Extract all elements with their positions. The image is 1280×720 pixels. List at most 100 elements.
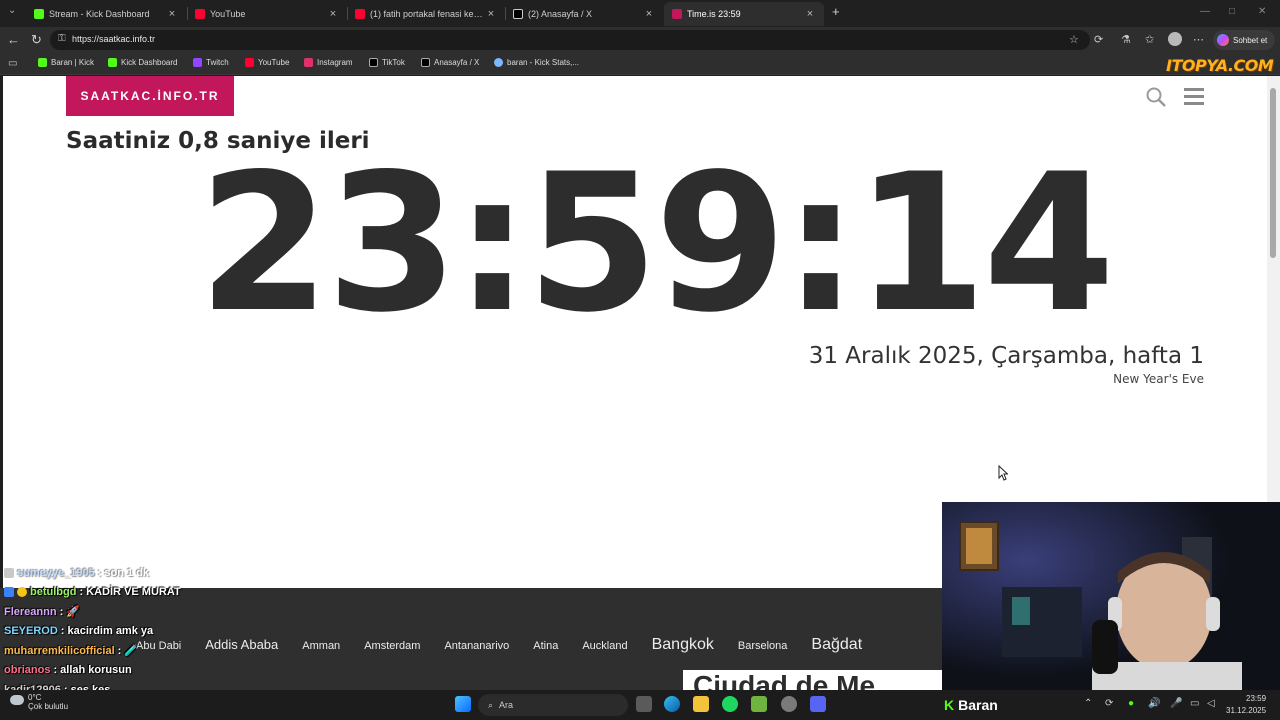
maximize-icon[interactable]: □ <box>1229 6 1235 17</box>
tab-youtube[interactable]: YouTube × <box>187 2 347 26</box>
favorites-collection-icon[interactable]: ✩ <box>1145 33 1154 46</box>
bookmark-label: Instagram <box>317 58 353 67</box>
city-link[interactable]: Auckland <box>582 640 627 652</box>
chat-message: muharremkilicofficial : 🧪 <box>4 641 344 661</box>
bookmark-kick-stats[interactable]: baran - Kick Stats,... <box>494 58 579 67</box>
bookmark-baran-kick[interactable]: Baran | Kick <box>38 58 94 67</box>
bookmark-kick-dashboard[interactable]: Kick Dashboard <box>108 58 177 67</box>
bookmark-youtube[interactable]: YouTube <box>245 58 289 67</box>
close-tab-icon[interactable]: × <box>485 8 497 20</box>
bookmark-instagram[interactable]: Instagram <box>304 58 353 67</box>
browser-app-icon[interactable] <box>781 696 797 712</box>
bookmark-label: Twitch <box>206 58 229 67</box>
bookmark-label: YouTube <box>258 58 290 67</box>
tab-list-chevron-icon[interactable]: ⌄ <box>8 5 16 16</box>
reload-icon[interactable]: ↻ <box>31 32 42 48</box>
chat-username: SEYEROD <box>4 625 58 638</box>
new-tab-plus-icon[interactable]: + <box>832 4 840 19</box>
sidebar-toggle-icon[interactable]: ▭ <box>8 58 17 69</box>
bookmark-label: Baran | Kick <box>51 58 94 67</box>
site-info-icon[interactable]: ⚿ <box>58 33 68 45</box>
bookmark-label: Anasayfa / X <box>434 58 480 67</box>
youtube-icon <box>245 58 254 67</box>
address-bar[interactable]: ⚿ https://saatkac.info.tr <box>50 30 1090 50</box>
extension-icon[interactable]: ⟳ <box>1094 33 1103 46</box>
chat-username: betulbgd <box>30 586 77 599</box>
city-link[interactable]: Barselona <box>738 640 788 652</box>
city-link[interactable]: Atina <box>533 640 558 652</box>
kick-icon: K <box>944 697 955 713</box>
chat-text: : KADİR VE MURAT <box>79 586 181 599</box>
moderator-badge-icon <box>4 587 14 598</box>
browser-essentials-icon[interactable]: ⚗ <box>1121 33 1131 46</box>
youtube-icon <box>195 9 205 19</box>
bookmarks-bar: ▭ Baran | Kick Kick Dashboard Twitch You… <box>0 54 1280 75</box>
close-window-icon[interactable]: ✕ <box>1258 6 1266 17</box>
city-link[interactable]: Amsterdam <box>364 640 420 652</box>
chat-text: : kacirdim amk ya <box>60 625 154 638</box>
spotify-icon[interactable] <box>722 696 738 712</box>
tiktok-icon <box>369 58 378 67</box>
favorite-star-icon[interactable]: ☆ <box>1069 33 1079 46</box>
time-is-icon <box>672 9 682 19</box>
task-view-icon[interactable] <box>636 696 652 712</box>
discord-icon[interactable] <box>810 696 826 712</box>
chat-text: : son 1 dk <box>97 566 150 579</box>
minimize-icon[interactable]: — <box>1200 6 1210 17</box>
site-logo[interactable]: SAATKAC.İNFO.TR <box>66 76 234 116</box>
sync-icon[interactable]: ⟳ <box>1105 698 1113 709</box>
cloud-icon <box>10 695 24 705</box>
close-tab-icon[interactable]: × <box>327 8 339 20</box>
copilot-chat-button[interactable]: Sohbet et <box>1213 30 1275 50</box>
current-date: 31 Aralık 2025, Çarşamba, hafta 1 <box>808 343 1204 369</box>
back-arrow-icon[interactable]: ← <box>7 32 20 47</box>
tab-title: (1) fatih portakal fenasi kerim - Yo <box>370 9 485 19</box>
instagram-icon <box>304 58 313 67</box>
status-dot-icon[interactable]: ● <box>1128 698 1134 709</box>
url-text: https://saatkac.info.tr <box>72 34 156 44</box>
search-icon: ⌕ <box>488 699 494 710</box>
tab-title: Time.is 23:59 <box>687 9 741 19</box>
tab-time-is[interactable]: Time.is 23:59 × <box>664 2 824 26</box>
app-icon[interactable] <box>751 696 767 712</box>
tab-youtube-video[interactable]: (1) fatih portakal fenasi kerim - Yo × <box>347 2 505 26</box>
edge-browser-icon[interactable] <box>664 696 680 712</box>
tab-x-home[interactable]: (2) Anasayfa / X × <box>505 2 663 26</box>
mouse-cursor-icon <box>998 465 1008 481</box>
taskbar-search[interactable]: ⌕ Ara <box>478 694 628 716</box>
x-icon <box>421 58 430 67</box>
bookmark-x[interactable]: Anasayfa / X <box>421 58 479 67</box>
streamer-name-overlay: K Baran <box>944 697 998 713</box>
twitch-icon <box>193 58 202 67</box>
tab-kick-dashboard[interactable]: Stream - Kick Dashboard × <box>26 2 186 26</box>
chat-username: Flereannn <box>4 605 57 618</box>
close-tab-icon[interactable]: × <box>166 8 178 20</box>
city-link[interactable]: Bangkok <box>652 636 714 654</box>
profile-avatar-icon[interactable] <box>1168 32 1182 46</box>
link-icon <box>494 58 503 67</box>
search-icon[interactable] <box>1145 86 1167 108</box>
tab-title: (2) Anasayfa / X <box>528 9 593 19</box>
file-explorer-icon[interactable] <box>693 696 709 712</box>
weather-widget[interactable]: 0°C Çok bulutlu <box>10 693 68 711</box>
windows-start-icon[interactable] <box>455 696 471 712</box>
kick-icon <box>38 58 47 67</box>
scrollbar-thumb[interactable] <box>1270 88 1276 258</box>
network-icon[interactable]: ▭ <box>1190 698 1199 709</box>
chat-username: sumeyye_1905 <box>17 566 95 579</box>
bookmark-twitch[interactable]: Twitch <box>193 58 229 67</box>
microphone-icon[interactable]: 🎤 <box>1170 698 1182 709</box>
city-link[interactable]: Bağdat <box>811 636 862 654</box>
close-tab-icon[interactable]: × <box>804 8 816 20</box>
more-options-icon[interactable]: ⋯ <box>1193 33 1204 46</box>
close-tab-icon[interactable]: × <box>643 8 655 20</box>
hamburger-menu-icon[interactable] <box>1184 88 1204 106</box>
show-hidden-icons-chevron-icon[interactable]: ⌃ <box>1084 698 1092 709</box>
bookmark-tiktok[interactable]: TikTok <box>369 58 405 67</box>
city-link[interactable]: Antananarivo <box>444 640 509 652</box>
volume-icon[interactable]: 🔊 <box>1148 698 1160 709</box>
system-clock[interactable]: 23:59 31.12.2025 <box>1226 693 1266 717</box>
bookmark-label: TikTok <box>382 58 405 67</box>
speaker-icon[interactable]: ◁ <box>1207 698 1215 709</box>
chat-message: betulbgd : KADİR VE MURAT <box>4 583 344 603</box>
